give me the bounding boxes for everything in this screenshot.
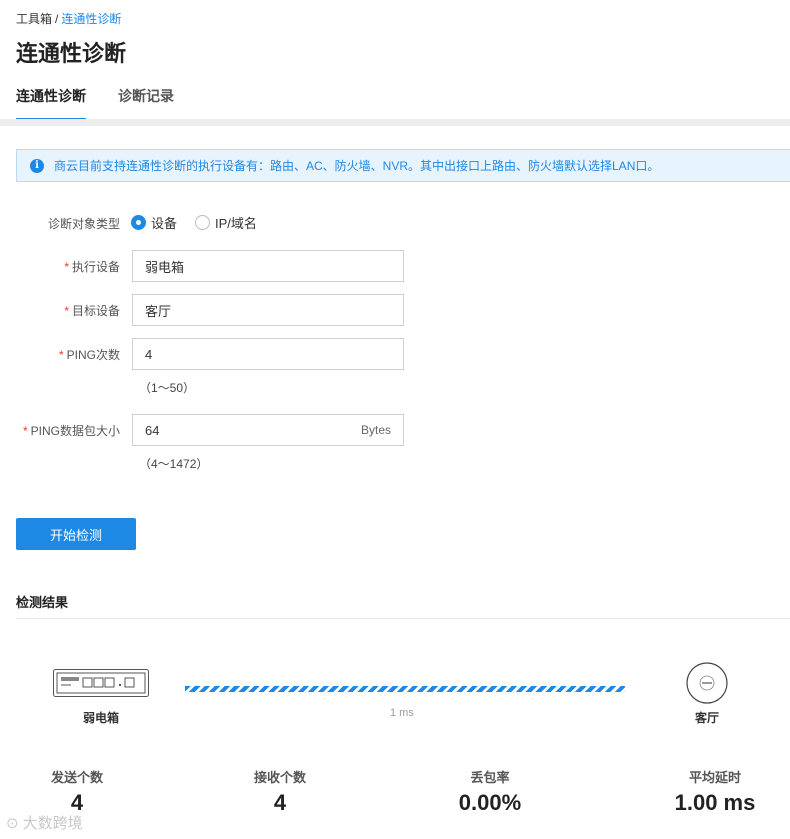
stat-avg-delay-value: 1.00 ms	[674, 790, 756, 815]
radio-ip-domain-label: IP/域名	[215, 216, 257, 231]
result-section-title: 检测结果	[16, 595, 69, 610]
ping-size-unit: Bytes	[360, 423, 391, 437]
stat-avg-delay-label: 平均延时	[688, 770, 741, 785]
required-mark: *	[64, 304, 69, 318]
required-mark: *	[64, 260, 69, 274]
ping-size-label-text: PING数据包大小	[30, 424, 120, 438]
link-latency: 1 ms	[390, 707, 414, 719]
info-text: 商云目前支持连通性诊断的执行设备有：路由、AC、防火墙、NVR。其中出接口上路由…	[54, 159, 660, 173]
stat-received-value: 4	[273, 790, 287, 815]
breadcrumb-current[interactable]: 连通性诊断	[61, 12, 121, 26]
tab-diagnosis-records[interactable]: 诊断记录	[118, 86, 174, 120]
connection-line	[185, 686, 625, 692]
stat-loss-value: 0.00%	[458, 790, 522, 815]
info-banner: i 商云目前支持连通性诊断的执行设备有：路由、AC、防火墙、NVR。其中出接口上…	[16, 149, 790, 182]
required-mark: *	[22, 424, 28, 438]
source-device-name: 弱电箱	[83, 711, 120, 725]
required-mark: *	[58, 348, 64, 362]
tab-bar: 连通性诊断 诊断记录	[16, 86, 174, 120]
radio-ip-domain[interactable]: IP/域名	[195, 213, 257, 232]
exec-device-label: * 执行设备	[16, 258, 120, 275]
ping-count-input[interactable]: 4	[132, 338, 404, 370]
tab-connectivity-diagnosis[interactable]: 连通性诊断	[16, 86, 86, 120]
target-device-label-text: 目标设备	[71, 304, 120, 318]
section-divider	[0, 119, 790, 126]
target-device-label: * 目标设备	[16, 302, 120, 319]
stat-received-label: 接收个数	[253, 770, 306, 785]
stat-loss-label: 丢包率	[470, 770, 510, 785]
result-divider	[16, 618, 790, 619]
ping-size-value: 64	[145, 422, 160, 438]
breadcrumb: 工具箱 / 连通性诊断	[16, 10, 121, 27]
target-device-name: 客厅	[695, 711, 720, 725]
radio-checked-icon	[131, 215, 146, 230]
radio-device-label: 设备	[151, 216, 178, 231]
watermark-logo-icon: ⊙	[6, 814, 19, 832]
ping-count-label: * PING次数	[16, 346, 120, 363]
watermark: ⊙ 大数跨境	[6, 812, 83, 833]
info-icon: i	[30, 158, 44, 173]
access-point-icon	[686, 662, 728, 707]
breadcrumb-separator: /	[55, 12, 59, 26]
target-device-value: 客厅	[145, 303, 172, 319]
target-type-label: 诊断对象类型	[47, 217, 120, 231]
page-title: 连通性诊断	[16, 41, 127, 66]
exec-device-value: 弱电箱	[145, 259, 185, 275]
stat-sent-label: 发送个数	[50, 770, 103, 785]
exec-device-select[interactable]: 弱电箱	[132, 250, 404, 282]
target-type-radio-group: 设备 IP/域名	[131, 213, 257, 232]
switch-device-icon	[53, 669, 149, 700]
ping-size-hint: （4～1472）	[139, 457, 209, 471]
watermark-text: 大数跨境	[22, 815, 83, 832]
radio-unchecked-icon	[195, 215, 211, 230]
ping-count-value: 4	[145, 346, 153, 362]
ping-count-label-text: PING次数	[66, 348, 120, 362]
ping-size-label: * PING数据包大小	[16, 422, 120, 439]
target-device-select[interactable]: 客厅	[132, 294, 404, 326]
breadcrumb-parent-link[interactable]: 工具箱	[16, 12, 52, 26]
radio-device[interactable]: 设备	[131, 213, 177, 232]
ping-count-hint: （1～50）	[139, 381, 196, 395]
start-detection-button[interactable]: 开始检测	[16, 518, 136, 550]
ping-size-input[interactable]: 64 Bytes	[132, 414, 404, 446]
exec-device-label-text: 执行设备	[71, 260, 120, 274]
